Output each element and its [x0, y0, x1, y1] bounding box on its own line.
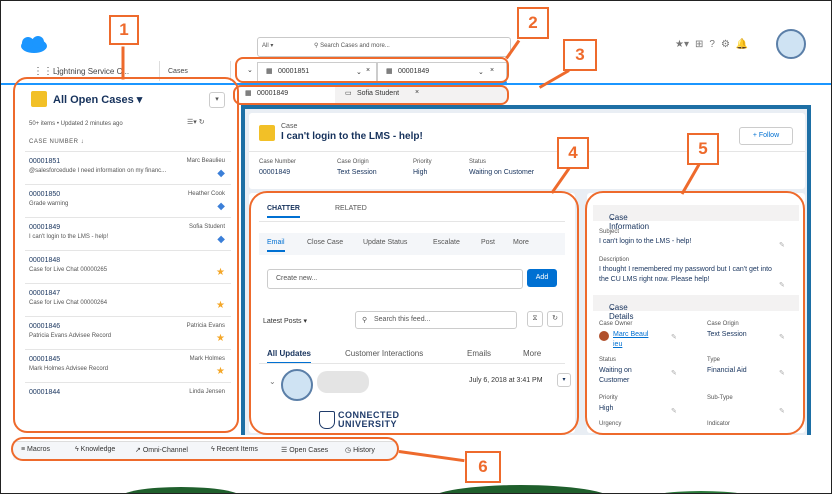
search-icon: ⚲: [314, 43, 319, 49]
follow-button[interactable]: + Follow: [739, 127, 793, 145]
help-icon[interactable]: ?: [709, 39, 715, 50]
callout-badge-4: 4: [557, 137, 589, 169]
field-label-status: Status: [469, 159, 487, 165]
callout-outline-6: [11, 437, 399, 461]
callout-outline-2: [235, 57, 509, 83]
global-actions-icon[interactable]: ⊞: [695, 39, 703, 50]
notifications-bell-icon[interactable]: 🔔: [736, 39, 748, 50]
user-avatar[interactable]: [776, 29, 806, 59]
record-type-label: Case: [281, 123, 298, 130]
field-label-case-origin: Case Origin: [337, 159, 369, 165]
field-value-status: Waiting on Customer: [469, 169, 535, 176]
salesforce-logo-icon: [21, 36, 47, 53]
callout-outline-3: [233, 85, 509, 105]
callout-outline-5: [585, 191, 805, 435]
favorites-icon[interactable]: ★▾: [675, 39, 689, 50]
callout-badge-6: 6: [465, 451, 501, 483]
case-title: I can't login to the LMS - help!: [281, 131, 423, 142]
field-value-case-origin: Text Session: [337, 169, 377, 176]
callout-outline-1: [13, 77, 239, 433]
callout-badge-3: 3: [563, 39, 597, 71]
case-icon: [259, 125, 275, 141]
callout-outline-4: [249, 191, 579, 435]
app-name: Lightning Service C...: [53, 67, 130, 76]
search-scope-dropdown[interactable]: All ▾: [262, 42, 273, 49]
callout-badge-1: 1: [109, 15, 139, 45]
callout-leader-1: [121, 46, 125, 80]
setup-gear-icon[interactable]: ⚙: [721, 39, 730, 50]
background-trees-decoration: [126, 485, 737, 493]
callout-badge-5: 5: [687, 133, 719, 165]
header-icons: ★▾ ⊞ ? ⚙ 🔔: [675, 39, 748, 50]
divider: [249, 151, 805, 152]
field-value-case-number: 00001849: [259, 169, 291, 176]
field-label-case-number: Case Number: [259, 159, 297, 165]
screenshot-frame: All ▾ ⚲ Search Cases and more... ★▾ ⊞ ? …: [0, 0, 832, 494]
field-label-priority: Priority: [413, 159, 432, 165]
callout-badge-2: 2: [517, 7, 549, 39]
search-placeholder: ⚲ Search Cases and more...: [314, 43, 390, 49]
field-value-priority: High: [413, 169, 428, 176]
global-search-input[interactable]: All ▾ ⚲ Search Cases and more...: [257, 37, 511, 57]
